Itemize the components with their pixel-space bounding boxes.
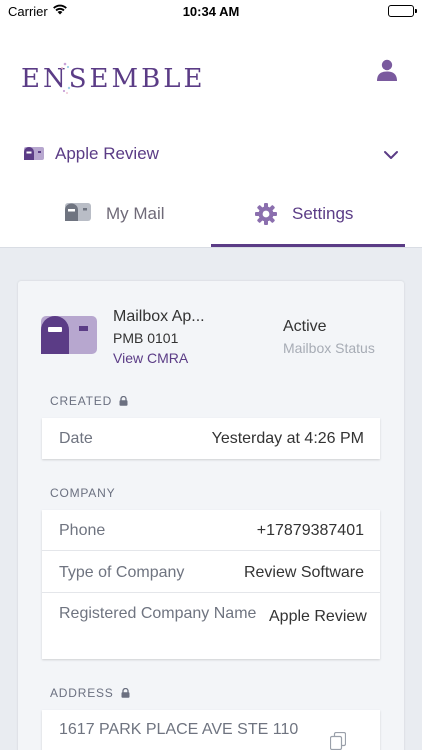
user-icon[interactable]	[375, 58, 399, 82]
mailbox-status-value: Active	[283, 318, 327, 335]
mailbox-status-label: Mailbox Status	[283, 340, 375, 356]
clock: 10:34 AM	[182, 4, 240, 19]
address-group: 1617 PARK PLACE AVE STE 110	[42, 710, 380, 750]
company-group: Phone +17879387401 Type of Company Revie…	[42, 510, 380, 659]
address-line-1: 1617 PARK PLACE AVE STE 110	[59, 721, 299, 738]
company-label-text: COMPANY	[50, 486, 116, 500]
battery-icon	[388, 5, 417, 17]
list-item[interactable]: Phone +17879387401	[42, 510, 380, 551]
view-cmra-link[interactable]: View CMRA	[113, 350, 188, 366]
address-section-label: ADDRESS	[50, 686, 130, 701]
tab-my-mail-label: My Mail	[106, 204, 165, 223]
mailbox-icon	[24, 147, 44, 165]
tab-settings[interactable]: Settings	[211, 188, 422, 248]
account-selector[interactable]: Apple Review	[0, 135, 422, 173]
mailbox-icon	[41, 316, 97, 359]
list-item[interactable]: Registered Company Name Apple Review	[42, 593, 380, 659]
company-section-label: COMPANY	[50, 486, 115, 500]
address-label-text: ADDRESS	[50, 686, 114, 700]
gear-icon	[255, 203, 277, 230]
settings-content[interactable]: Mailbox Ap... PMB 0101 View CMRA Active …	[0, 248, 422, 750]
tab-settings-label: Settings	[292, 204, 354, 223]
copy-icon[interactable]	[329, 731, 347, 750]
chevron-down-icon[interactable]	[383, 147, 399, 165]
registered-name-key: Registered Company Name	[59, 605, 257, 622]
ensemble-logo: ENSEMBLE	[21, 62, 206, 94]
created-label-text: CREATED	[50, 394, 113, 408]
logo-dots-icon	[61, 62, 71, 94]
company-type-value: Review Software	[243, 564, 364, 581]
created-section-label: CREATED	[50, 394, 128, 409]
tab-bar: My Mail Settings	[0, 188, 422, 248]
status-bar: Carrier 10:34 AM	[0, 0, 422, 24]
mailbox-pmb: PMB 0101	[113, 330, 179, 346]
lock-icon	[119, 395, 128, 409]
mailbox-name: Mailbox Ap...	[113, 308, 205, 325]
date-value: Yesterday at 4:26 PM	[211, 430, 364, 447]
lock-icon	[121, 687, 130, 701]
account-name: Apple Review	[55, 144, 159, 163]
tab-my-mail[interactable]: My Mail	[0, 188, 211, 248]
mailbox-icon	[65, 203, 91, 226]
registered-name-value: Apple Review	[269, 608, 367, 625]
list-item[interactable]: Type of Company Review Software	[42, 551, 380, 593]
mailbox-card: Mailbox Ap... PMB 0101 View CMRA Active …	[18, 281, 404, 750]
phone-key: Phone	[59, 522, 106, 539]
list-item: Date Yesterday at 4:26 PM	[42, 418, 380, 459]
company-type-key: Type of Company	[59, 564, 185, 581]
created-group: Date Yesterday at 4:26 PM	[42, 418, 380, 459]
phone-value: +17879387401	[256, 522, 364, 539]
logo-text: ENSEMBLE	[21, 64, 206, 94]
date-key: Date	[59, 430, 93, 447]
